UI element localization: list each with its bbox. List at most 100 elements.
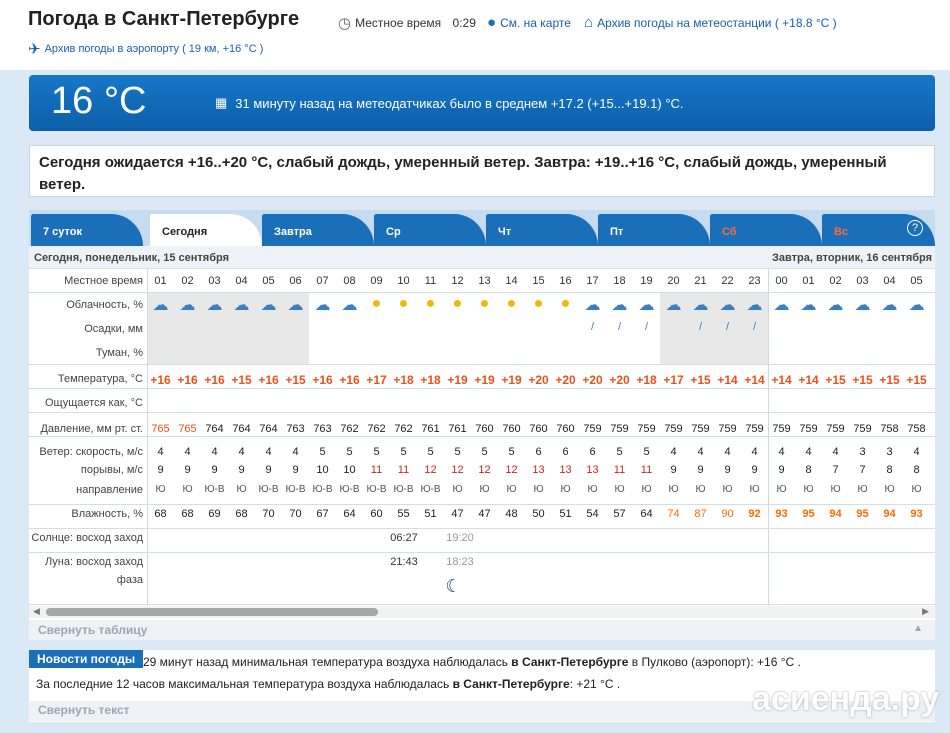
temps-cell: +20 [609, 373, 630, 387]
row-label-humidity: Влажность, % [71, 508, 143, 520]
humidity-cell: 68 [154, 508, 167, 520]
temps-cell: +20 [555, 373, 576, 387]
news-line-2: За последние 12 часов максимальная темпе… [36, 677, 621, 691]
wind-cell: 5 [508, 446, 515, 458]
temps-cell: +15 [285, 373, 306, 387]
wind-cell: 4 [697, 446, 704, 458]
scroll-right-icon[interactable]: ▶ [922, 606, 929, 617]
scroll-thumb[interactable] [46, 608, 378, 616]
humidity-cell: 70 [262, 508, 275, 520]
pressure-cell: 760 [502, 423, 521, 435]
tab-today[interactable]: Сегодня [150, 214, 262, 246]
tab-bar: 7 суток Сегодня Завтра Ср Чт Пт Сб Вс ? [29, 210, 935, 246]
forecast-summary: Сегодня ожидается +16..+20 °C, слабый до… [29, 145, 935, 197]
hours-cell: 07 [316, 275, 329, 287]
wind-cell: 5 [427, 446, 434, 458]
pressure-cell: 759 [745, 423, 764, 435]
pressure-cell: 758 [907, 423, 926, 435]
row-divider [29, 412, 935, 413]
direction-cell: Ю-В [258, 484, 279, 495]
pressure-cell: 761 [448, 423, 467, 435]
temps-cell: +16 [150, 373, 171, 387]
humidity-cell: 95 [802, 508, 815, 520]
map-link[interactable]: ● См. на карте [487, 14, 571, 31]
direction-cell: Ю [614, 484, 625, 495]
hours-cell: 13 [478, 275, 491, 287]
temps-cell: +18 [636, 373, 657, 387]
gusts-cell: 13 [532, 464, 545, 476]
station-archive-link[interactable]: ⌂ Архив погоды на метеостанции ( +18.8 °… [584, 14, 837, 31]
gusts-cell: 9 [697, 464, 704, 476]
row-label-moon: Луна: восход заход [44, 556, 143, 568]
tab-wed[interactable]: Ср [374, 214, 486, 246]
sunrise-time: 06:27 [390, 532, 418, 544]
scroll-left-icon[interactable]: ◀ [33, 606, 40, 617]
row-label-sun: Солнце: восход заход [31, 532, 143, 544]
label-divider [147, 268, 148, 608]
temps-cell: +19 [447, 373, 468, 387]
cloud-icon: ☁ [584, 297, 601, 314]
wind-cell: 5 [319, 446, 326, 458]
station-icon: ⌂ [584, 14, 594, 31]
news-line-1: 29 минут назад минимальная температура в… [143, 655, 801, 669]
cloud-icon: ☁ [881, 297, 898, 314]
direction-cell: Ю [506, 484, 517, 495]
temps-cell: +19 [501, 373, 522, 387]
tab-tomorrow[interactable]: Завтра [262, 214, 374, 246]
hours-cell: 18 [613, 275, 626, 287]
temps-cell: +18 [393, 373, 414, 387]
hours-cell: 17 [586, 275, 599, 287]
gusts-cell: 12 [505, 464, 518, 476]
temps-cell: +14 [771, 373, 792, 387]
direction-cell: Ю [884, 484, 895, 495]
direction-cell: Ю-В [393, 484, 414, 495]
hours-cell: 20 [667, 275, 680, 287]
hours-cell: 19 [640, 275, 653, 287]
tab-fri[interactable]: Пт [598, 214, 710, 246]
gusts-cell: 9 [211, 464, 218, 476]
local-time: ◷ Местное время 0:29 [338, 15, 476, 32]
hours-cell: 10 [397, 275, 410, 287]
row-label-precip: Осадки, мм [84, 323, 143, 335]
collapse-up-icon[interactable]: ▲ [913, 623, 923, 634]
direction-cell: Ю [830, 484, 841, 495]
temps-cell: +18 [420, 373, 441, 387]
cloud-icon: ☁ [773, 297, 790, 314]
temps-cell: +14 [717, 373, 738, 387]
wind-cell: 4 [913, 446, 920, 458]
direction-cell: Ю-В [339, 484, 360, 495]
moonrise-time: 21:43 [390, 556, 418, 568]
tab-7-days[interactable]: 7 суток [31, 214, 143, 246]
pressure-cell: 762 [340, 423, 359, 435]
temps-cell: +16 [204, 373, 225, 387]
humidity-cell: 67 [316, 508, 329, 520]
pressure-cell: 761 [421, 423, 440, 435]
collapse-table-button[interactable]: Свернуть таблицу ▲ [29, 620, 935, 640]
current-weather: 16 °C ▦ 31 минуту назад на метеодатчиках… [29, 75, 935, 131]
pressure-cell: 763 [286, 423, 305, 435]
hours-cell: 05 [910, 275, 923, 287]
gusts-cell: 10 [316, 464, 329, 476]
direction-cell: Ю [641, 484, 652, 495]
direction-cell: Ю-В [285, 484, 306, 495]
moon-phase-icon: ☾ [445, 576, 462, 596]
gusts-cell: 9 [751, 464, 758, 476]
gusts-cell: 8 [805, 464, 812, 476]
hours-cell: 04 [235, 275, 248, 287]
rain-drop-icon: / [698, 321, 703, 333]
tab-sat[interactable]: Сб [710, 214, 822, 246]
hours-cell: 01 [154, 275, 167, 287]
direction-cell: Ю [182, 484, 193, 495]
pressure-cell: 759 [610, 423, 629, 435]
cloud-icon: ☁ [314, 297, 331, 314]
pressure-cell: 759 [583, 423, 602, 435]
direction-cell: Ю-В [366, 484, 387, 495]
horizontal-scrollbar[interactable]: ◀ ▶ [29, 606, 935, 618]
airport-archive-link[interactable]: ✈ Архив погоды в аэропорту ( 19 км, +16 … [28, 40, 263, 58]
help-icon[interactable]: ? [907, 220, 923, 236]
pressure-cell: 764 [232, 423, 251, 435]
sun-icon: ● [479, 295, 490, 312]
direction-cell: Ю [479, 484, 490, 495]
row-label-temp: Температура, °C [57, 373, 143, 385]
tab-thu[interactable]: Чт [486, 214, 598, 246]
